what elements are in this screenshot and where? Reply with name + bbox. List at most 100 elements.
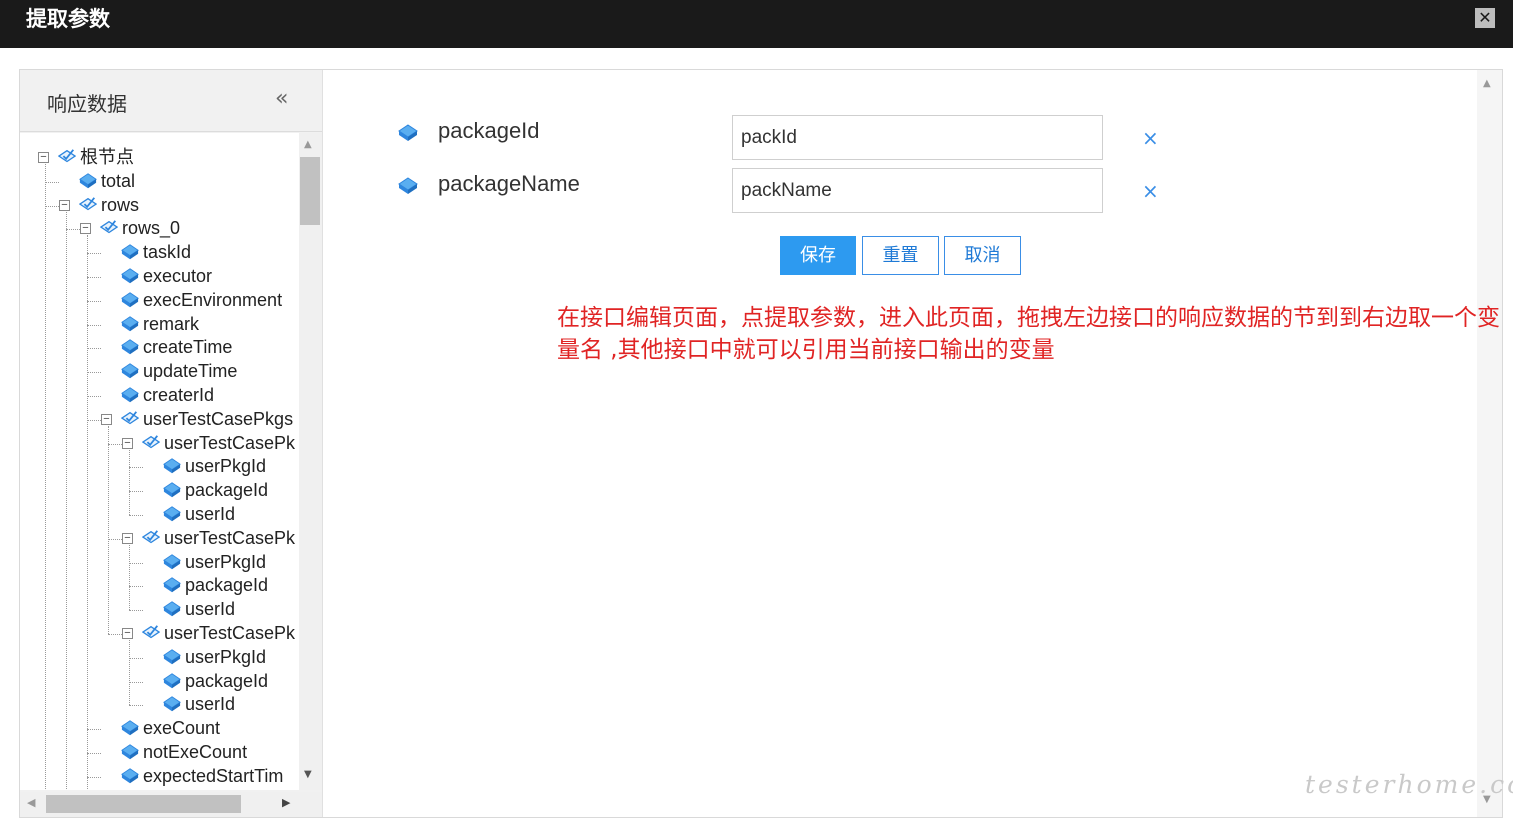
leaf-node-icon [163,600,181,618]
leaf-node-icon [121,767,139,785]
folder-node-icon [78,196,98,214]
leaf-node-icon [163,553,181,571]
folder-node-icon [141,529,161,547]
tree-connector [87,419,101,421]
tree-connector [129,705,143,707]
tree-node-label: packageId [185,670,269,691]
tree-node-label: userTestCasePk [164,623,296,643]
collapse-toggle-icon[interactable]: − [59,199,70,211]
tree-node-label: packageId [185,575,269,596]
tree-node-label: packageId [185,480,269,501]
watermark: testerhome.com [1305,770,1513,799]
panel-header: 响应数据 « [20,70,322,132]
tree-connector [87,372,101,374]
tree-node-label: userTestCasePk [164,527,296,548]
tree-node-label: userId [185,694,236,715]
tree-node-label: execEnvironment [143,289,283,310]
tree-connector [129,491,143,493]
annotation-note: 在接口编辑页面，点提取参数，进入此页面，拖拽左边接口的响应数据的节到到右边取一个… [557,305,1500,363]
main-vertical-scrollbar[interactable]: ▲ ▼ [1477,70,1502,817]
leaf-node-icon [121,291,139,309]
leaf-node-icon [163,505,181,523]
remove-param-icon[interactable]: × [1142,179,1159,203]
tree-connector [108,538,122,540]
tree-connector [129,449,130,515]
scroll-right-arrow-icon[interactable]: ▶ [282,796,290,809]
collapse-toggle-icon[interactable]: − [122,437,133,449]
leaf-node-icon [121,386,139,404]
tree-connector [45,164,46,790]
cancel-button[interactable]: 取消 [944,236,1021,275]
collapse-toggle-icon[interactable]: − [38,152,49,163]
leaf-node-icon [121,243,139,261]
tree-connector [87,729,101,731]
tree-horizontal-scrollbar[interactable]: ◀ ▶ [20,792,322,817]
leaf-node-icon [121,338,139,356]
response-data-panel: 响应数据 « − 根节点 total − rows − rows_0 taskId execut… [20,70,323,817]
variable-name-input[interactable] [732,168,1103,213]
tree-node-label: remark [143,313,200,334]
scroll-up-arrow-icon[interactable]: ▲ [1483,78,1491,89]
scroll-thumb-horizontal[interactable] [46,795,241,813]
tree-connector [87,348,101,350]
tree-node-label: expectedStartTim [143,765,284,786]
tree-connector [129,467,143,469]
tree-node-label: createrId [143,385,215,405]
leaf-node-icon [121,362,139,380]
tree-connector [87,253,101,255]
leaf-node-icon [121,267,139,285]
dialog-title-bar: 提取参数 ✕ [0,0,1513,48]
folder-node-icon [120,410,140,428]
tree-connector [129,515,143,516]
leaf-node-icon [163,695,181,713]
tree-node-label: userPkgId [185,456,267,477]
tree-connector [129,657,143,659]
dialog-title: 提取参数 [26,7,110,31]
tree-node-label: notExeCount [143,742,248,762]
tree-connector [87,324,101,326]
scroll-down-arrow-icon[interactable]: ▼ [304,769,312,780]
leaf-node-icon [79,172,97,190]
tree-connector [45,181,59,183]
tree-node-label: userPkgId [185,551,267,572]
tree-connector [87,277,101,278]
collapse-toggle-icon[interactable]: − [122,628,133,639]
tree-connector [129,681,143,683]
tree-vertical-scrollbar[interactable]: ▲ ▼ [299,133,322,790]
response-tree[interactable]: − 根节点 total − rows − rows_0 taskId executor execE… [20,133,300,790]
collapse-icon[interactable]: « [275,86,288,111]
remove-param-icon[interactable]: × [1142,126,1159,150]
leaf-node-icon [121,719,139,737]
tree-node-label: userTestCasePk [164,432,296,453]
tree-connector [87,776,101,778]
collapse-toggle-icon[interactable]: − [80,223,91,235]
reset-button[interactable]: 重置 [862,236,939,275]
scroll-up-arrow-icon[interactable]: ▲ [304,139,312,150]
field-icon [398,124,418,141]
leaf-node-icon [163,457,181,475]
close-icon[interactable]: ✕ [1475,8,1495,28]
tree-connector [129,586,143,588]
tree-node-label: userId [185,504,236,524]
field-icon [398,177,418,194]
tree-connector [108,443,122,445]
scroll-left-arrow-icon[interactable]: ◀ [27,796,35,809]
tree-connector [66,211,67,790]
collapse-toggle-icon[interactable]: − [101,413,112,425]
tree-connector [87,300,101,302]
save-button[interactable]: 保存 [780,236,856,275]
panel-title: 响应数据 [47,92,127,116]
tree-connector [129,640,130,706]
leaf-node-icon [163,648,181,666]
tree-connector [45,205,59,207]
tree-connector [87,753,101,754]
tree-connector [87,396,101,397]
tree-node-label: userTestCasePkgs [143,408,294,429]
tree-connector [108,425,109,634]
folder-node-icon [141,434,161,452]
collapse-toggle-icon[interactable]: − [122,532,133,544]
tree-connector [129,610,143,612]
param-name: packageId [438,118,540,143]
variable-name-input[interactable] [732,115,1103,160]
scroll-thumb[interactable] [300,157,320,225]
